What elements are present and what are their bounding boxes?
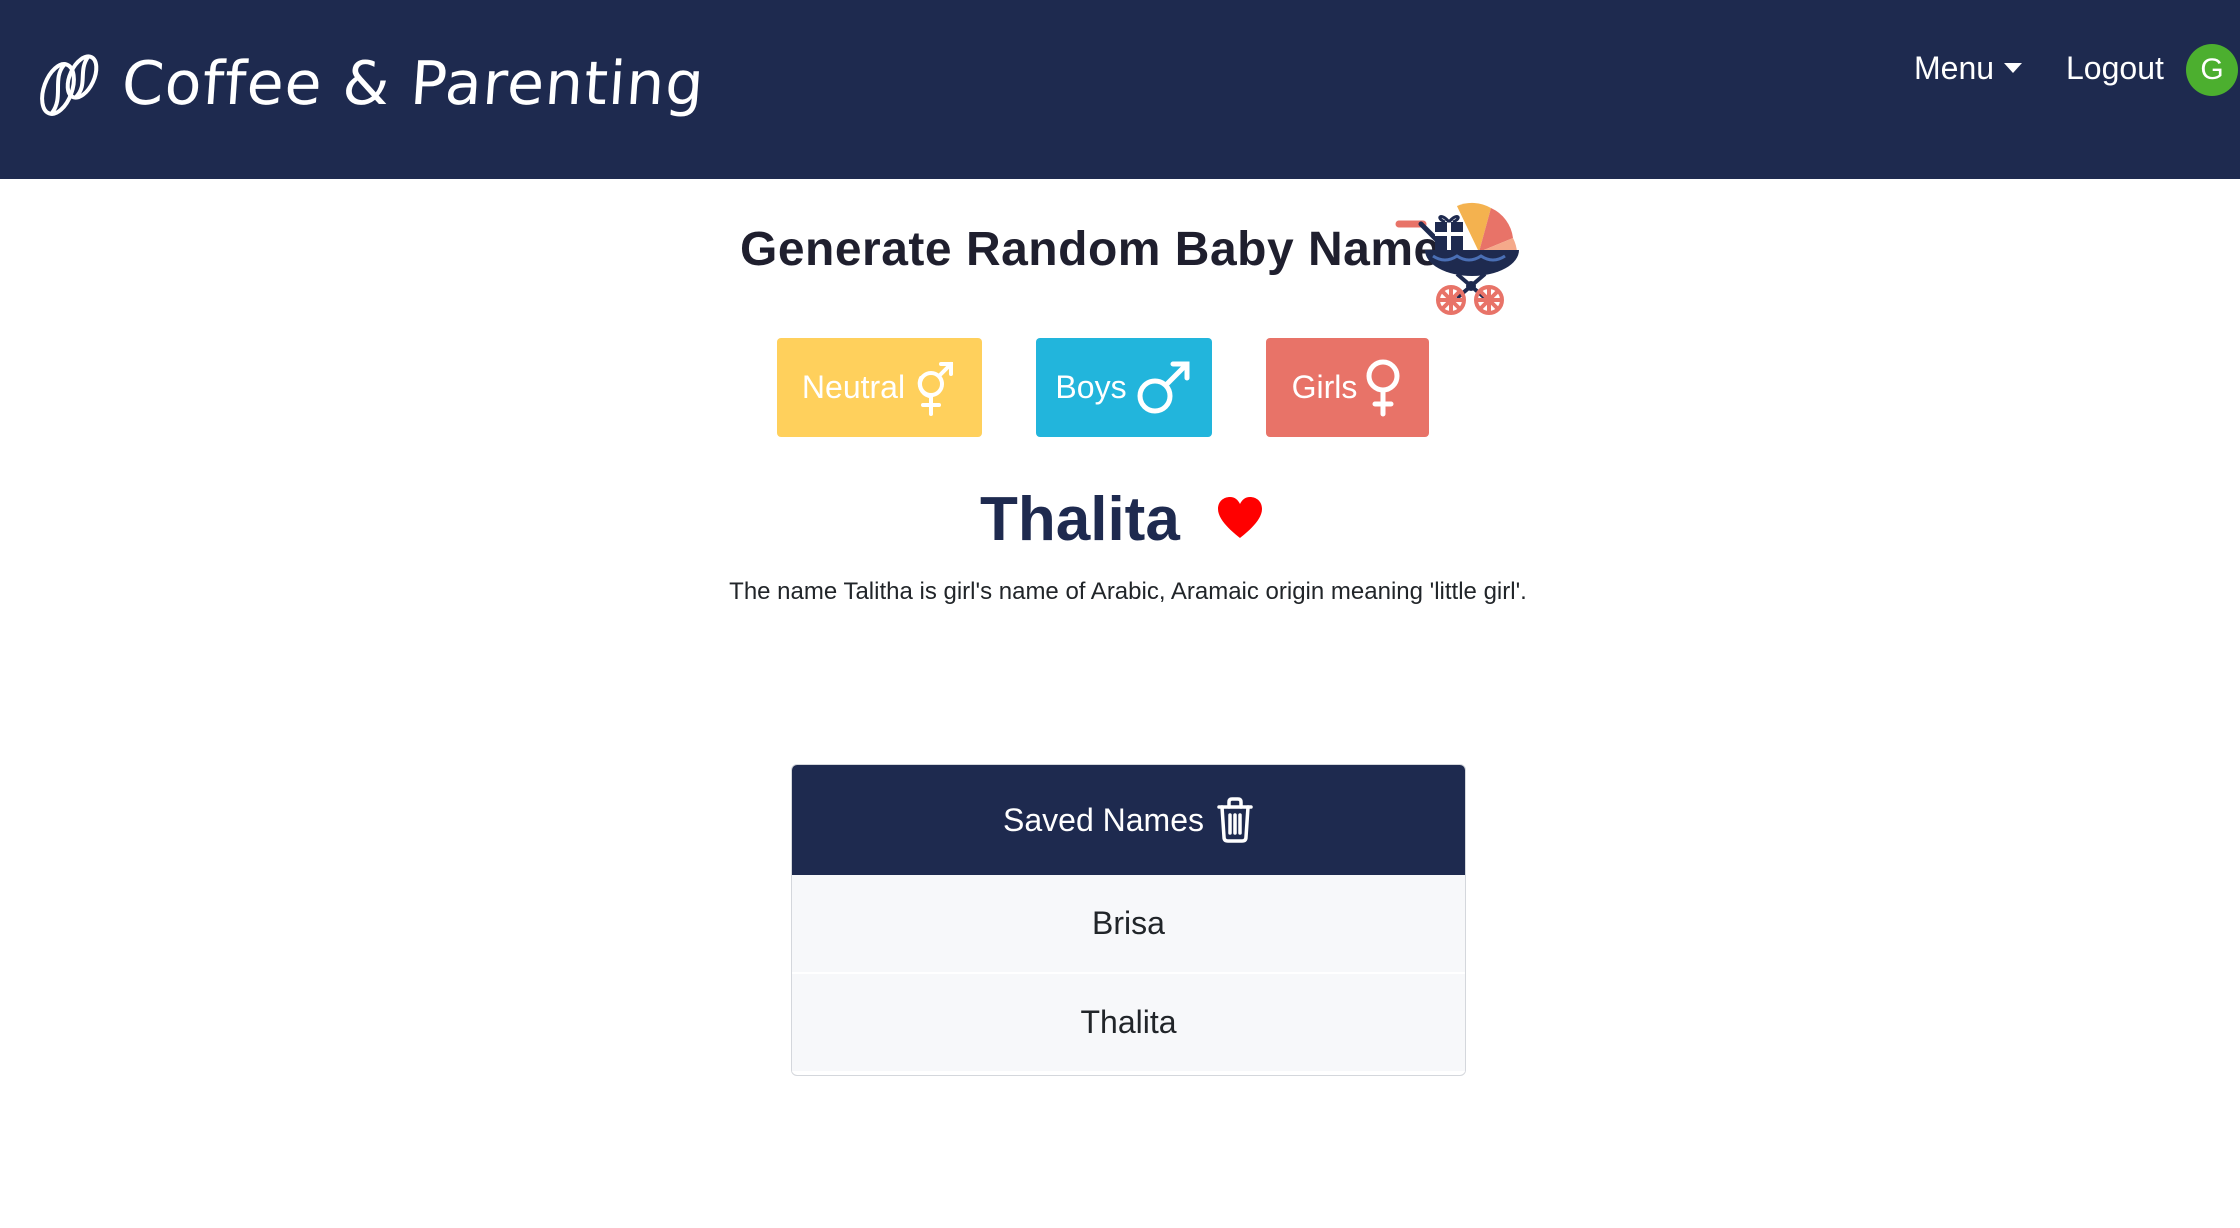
saved-names-header: Saved Names — [792, 765, 1465, 875]
brand[interactable]: Coffee & Parenting — [34, 44, 707, 124]
page-title: Generate Random Baby Name — [740, 223, 1441, 276]
name-meaning: The name Talitha is girl's name of Arabi… — [729, 578, 1527, 605]
logout-link[interactable]: Logout — [2066, 46, 2164, 90]
top-navbar: Coffee & Parenting Menu Logout G — [0, 0, 2240, 179]
menu-label: Menu — [1914, 49, 1995, 86]
trash-icon[interactable] — [1216, 797, 1254, 843]
baby-stroller-icon — [1395, 202, 1519, 315]
chevron-down-icon — [2004, 63, 2023, 73]
girls-button-label: Girls — [1291, 369, 1358, 405]
avatar-initial: G — [2200, 53, 2224, 86]
female-symbol-icon — [1366, 359, 1400, 416]
boys-button-label: Boys — [1055, 369, 1127, 405]
neutral-button[interactable]: Neutral — [777, 338, 982, 437]
saved-name-item[interactable]: Brisa — [792, 875, 1465, 974]
menu-dropdown-toggle[interactable]: Menu — [1914, 46, 2023, 90]
saved-names-title: Saved Names — [1003, 801, 1204, 838]
logout-label: Logout — [2066, 49, 2164, 86]
saved-names-card: Saved Names Brisa Thalita — [791, 764, 1466, 1076]
neutral-button-label: Neutral — [801, 369, 906, 405]
saved-name-item[interactable]: Thalita — [792, 974, 1465, 1073]
avatar[interactable]: G — [2186, 44, 2238, 96]
coffee-bean-logo-icon — [40, 54, 99, 116]
heart-icon[interactable] — [1216, 496, 1264, 540]
girls-button[interactable]: Girls — [1266, 338, 1429, 437]
male-symbol-icon — [1137, 361, 1190, 413]
boys-button[interactable]: Boys — [1036, 338, 1212, 437]
generated-name: Thalita — [980, 485, 1180, 554]
genderless-symbol-icon — [917, 361, 954, 416]
brand-title: Coffee & Parenting — [119, 49, 707, 119]
